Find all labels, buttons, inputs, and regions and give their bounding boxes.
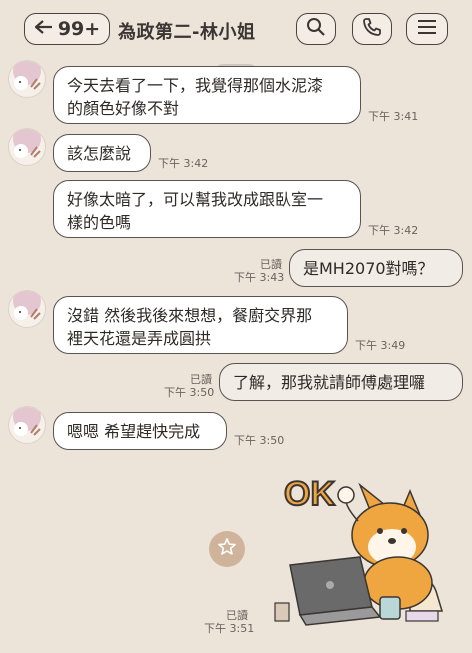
menu-button[interactable] xyxy=(406,13,448,45)
read-receipt: 已讀 xyxy=(190,373,212,386)
message-bubble[interactable]: 沒錯 然後我後來想想，餐廚交界那 裡天花還是弄成圓拱 xyxy=(53,296,348,354)
call-button[interactable] xyxy=(352,13,392,45)
message-bubble[interactable]: 是MH2070對嗎？ xyxy=(289,249,463,287)
message-bubble[interactable]: 好像太暗了，可以幫我改成跟臥室一 樣的色嗎 xyxy=(53,180,361,238)
read-receipt: 已讀 xyxy=(260,258,282,271)
message-bubble[interactable]: 該怎麼說 xyxy=(53,134,151,172)
read-receipt: 已讀 xyxy=(226,609,248,622)
message-time: 下午 3:51 xyxy=(204,622,255,635)
star-icon xyxy=(217,537,237,561)
avatar[interactable] xyxy=(8,290,46,328)
message-time: 下午 3:42 xyxy=(368,224,419,237)
unread-count: 99+ xyxy=(57,18,101,40)
avatar[interactable] xyxy=(8,60,46,98)
chat-title: 為政第二-林小姐 xyxy=(118,22,256,43)
shiba-ok-sticker[interactable]: OK xyxy=(260,465,460,635)
message-time: 下午 3:42 xyxy=(158,157,209,170)
message-bubble[interactable]: 今天去看了一下，我覺得那個水泥漆 的顏色好像不對 xyxy=(53,66,361,124)
arrow-left-icon xyxy=(34,19,54,39)
message-time: 下午 3:49 xyxy=(355,339,406,352)
search-icon xyxy=(306,17,326,41)
message-bubble[interactable]: 了解，那我就請師傅處理囉 xyxy=(219,363,463,401)
avatar[interactable] xyxy=(8,128,46,166)
message-time: 下午 3:41 xyxy=(368,110,419,123)
chat-header: 99+ 為政第二-林小姐 xyxy=(0,0,472,58)
back-button[interactable]: 99+ xyxy=(24,13,110,45)
keep-button[interactable] xyxy=(209,531,245,567)
message-time: 下午 3:50 xyxy=(234,434,285,447)
menu-icon xyxy=(417,19,437,39)
avatar[interactable] xyxy=(8,406,46,444)
message-time: 下午 3:50 xyxy=(164,386,215,399)
message-bubble[interactable]: 嗯嗯 希望趕快完成 xyxy=(53,412,227,450)
search-button[interactable] xyxy=(296,13,336,45)
phone-icon xyxy=(362,17,382,41)
message-time: 下午 3:43 xyxy=(234,271,285,284)
sticker-text: OK xyxy=(284,475,335,513)
